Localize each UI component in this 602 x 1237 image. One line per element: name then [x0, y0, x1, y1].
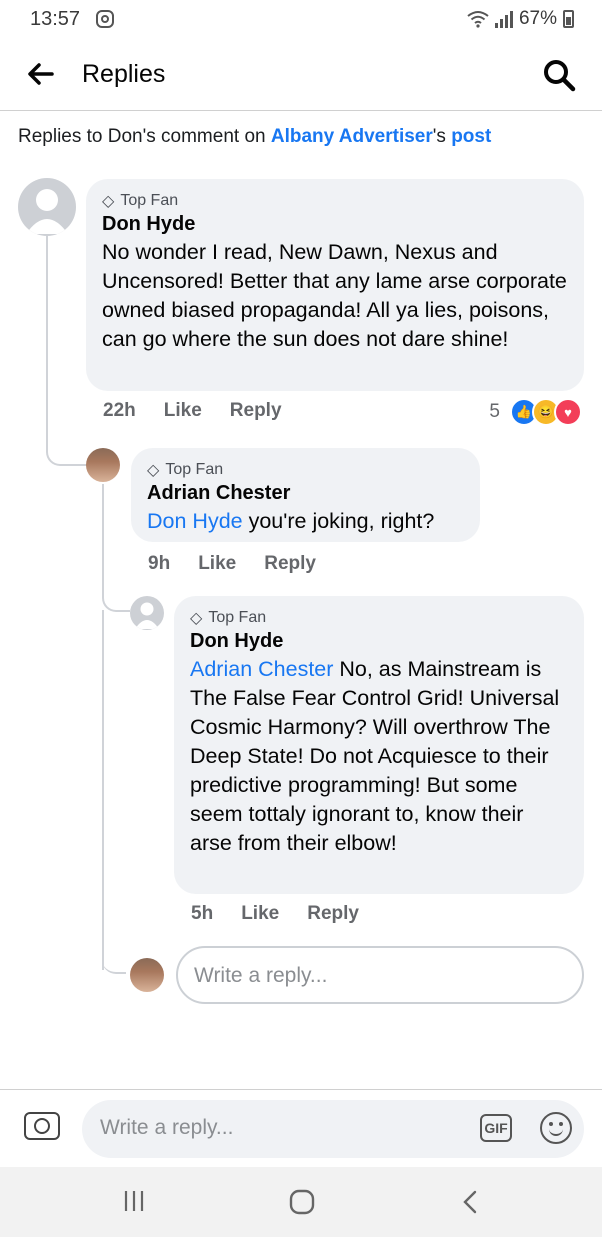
battery-percent: 67%	[518, 8, 557, 29]
comment-body: No, as Mainstream is The False Fear Cont…	[190, 657, 560, 855]
comment-actions: 9h Like Reply	[148, 553, 316, 575]
recent-apps-icon[interactable]	[122, 1189, 146, 1218]
avatar[interactable]	[86, 448, 120, 482]
badge-label: Top Fan	[208, 609, 267, 626]
comment-body: you're joking, right?	[242, 509, 435, 533]
mention-link[interactable]: Adrian Chester	[190, 657, 333, 681]
comment-bubble: ◇ Top Fan Don Hyde Adrian Chester No, as…	[174, 596, 584, 894]
composer-placeholder: Write a reply...	[100, 1116, 234, 1139]
camera-icon[interactable]	[24, 1112, 60, 1140]
badge-label: Top Fan	[165, 461, 224, 478]
reply-button[interactable]: Reply	[307, 903, 359, 925]
system-nav-bar	[0, 1167, 602, 1237]
replies-context: Replies to Don's comment on Albany Adver…	[18, 126, 491, 148]
thread-line	[102, 484, 130, 612]
comment-actions: 22h Like Reply	[103, 400, 282, 422]
page-link[interactable]: Albany Advertiser	[271, 126, 433, 147]
comment-text: No wonder I read, New Dawn, Nexus and Un…	[102, 240, 567, 351]
diamond-icon: ◇	[190, 610, 203, 627]
reply-button[interactable]: Reply	[264, 553, 316, 575]
reply-button[interactable]: Reply	[230, 400, 282, 422]
context-prefix: Replies to Don's comment on	[18, 126, 271, 147]
top-app-bar: Replies	[0, 40, 602, 111]
mention-link[interactable]: Don Hyde	[147, 509, 243, 533]
comment-bubble: ◇ Top Fan Adrian Chester Don Hyde you're…	[131, 448, 480, 542]
diamond-icon: ◇	[102, 193, 115, 210]
thread-line	[102, 940, 126, 974]
comment-text: Adrian Chester No, as Mainstream is The …	[190, 655, 568, 858]
page-title: Replies	[82, 60, 166, 88]
badge-label: Top Fan	[120, 192, 179, 209]
gif-button[interactable]: GIF	[480, 1114, 512, 1142]
diamond-icon: ◇	[147, 462, 160, 479]
like-button[interactable]: Like	[241, 903, 279, 925]
top-fan-badge: ◇ Top Fan	[147, 460, 464, 480]
avatar[interactable]	[18, 178, 76, 236]
post-link[interactable]: post	[451, 126, 491, 147]
love-reaction-icon: ♥	[554, 398, 582, 426]
wifi-icon	[467, 11, 489, 28]
signal-icon	[494, 10, 513, 28]
back-nav-icon[interactable]	[460, 1189, 480, 1220]
comment-author[interactable]: Adrian Chester	[147, 482, 464, 505]
comment-time: 5h	[191, 903, 214, 924]
comment-time: 22h	[103, 400, 136, 421]
comment-actions: 5h Like Reply	[191, 903, 359, 925]
comment-time: 9h	[148, 553, 171, 574]
instagram-notification-icon	[96, 10, 114, 28]
avatar	[130, 958, 164, 992]
top-fan-badge: ◇ Top Fan	[190, 608, 568, 628]
avatar[interactable]	[130, 596, 164, 630]
comment-composer: Write a reply... GIF	[0, 1089, 602, 1168]
composer-input[interactable]: Write a reply... GIF	[82, 1100, 584, 1158]
status-time: 13:57	[30, 8, 81, 30]
context-possessive: 's	[432, 126, 452, 147]
thread-line	[102, 610, 104, 970]
top-fan-badge: ◇ Top Fan	[102, 191, 568, 211]
emoji-icon[interactable]	[540, 1112, 572, 1144]
comment-bubble: ◇ Top Fan Don Hyde No wonder I read, New…	[86, 179, 584, 391]
inline-reply-input[interactable]: Write a reply...	[176, 946, 584, 1004]
reactions-summary[interactable]: 5 👍 😆 ♥	[489, 398, 582, 426]
search-icon[interactable]	[542, 58, 576, 92]
battery-icon	[563, 10, 574, 28]
like-button[interactable]: Like	[198, 553, 236, 575]
status-bar: 13:57 67%	[0, 0, 602, 40]
status-right: 67%	[467, 8, 574, 30]
comment-text: Don Hyde you're joking, right?	[147, 507, 464, 536]
thread-line	[46, 236, 88, 466]
arrow-left-icon[interactable]	[26, 60, 54, 94]
comment-author[interactable]: Don Hyde	[190, 630, 568, 653]
home-icon[interactable]	[289, 1189, 315, 1220]
reaction-count: 5	[489, 401, 500, 422]
comment-author[interactable]: Don Hyde	[102, 213, 568, 236]
like-button[interactable]: Like	[164, 400, 202, 422]
